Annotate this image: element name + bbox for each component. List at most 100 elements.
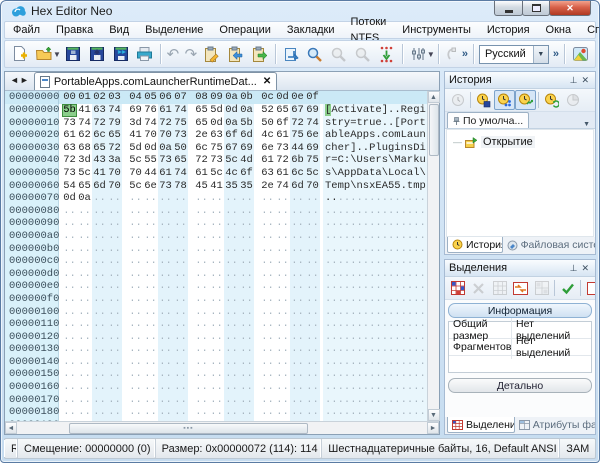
hex-byte-cell[interactable]: ..: [275, 306, 290, 319]
hex-byte-cell[interactable]: ..: [290, 305, 305, 319]
hex-byte-cell[interactable]: ..: [158, 204, 173, 218]
hex-byte-cell[interactable]: ..: [260, 255, 275, 268]
hex-byte-cell[interactable]: ..: [92, 355, 107, 369]
hex-byte-cell[interactable]: ..: [239, 305, 254, 319]
hex-byte-cell[interactable]: ..: [173, 267, 188, 281]
menu-item[interactable]: Файл: [5, 22, 48, 38]
hex-byte-cell[interactable]: 74: [77, 117, 92, 130]
hex-byte-cell[interactable]: 61: [275, 167, 290, 180]
hex-byte-cell[interactable]: ..: [224, 229, 239, 243]
hex-byte-cell[interactable]: ..: [194, 356, 209, 369]
hex-byte-cell[interactable]: ..: [158, 343, 173, 356]
hex-byte-cell[interactable]: ..: [194, 268, 209, 281]
apply-selection-button[interactable]: [557, 278, 578, 298]
hex-byte-cell[interactable]: ..: [290, 217, 305, 230]
menu-item[interactable]: Операции: [211, 22, 278, 38]
hex-byte-cell[interactable]: ..: [143, 406, 158, 419]
hex-byte-cell[interactable]: ..: [260, 217, 275, 230]
hex-byte-cell[interactable]: 61: [62, 129, 77, 142]
hex-byte-cell[interactable]: ..: [305, 280, 320, 293]
paste-from-file-button[interactable]: [224, 42, 248, 66]
hex-byte-cell[interactable]: ..: [143, 318, 158, 331]
hex-byte-cell[interactable]: ..: [290, 381, 305, 394]
hex-byte-cell[interactable]: ..: [77, 255, 92, 268]
ascii-cell[interactable]: cher]..PluginsDi: [323, 141, 427, 155]
hex-byte-cell[interactable]: 5c: [224, 154, 239, 167]
hex-byte-cell[interactable]: ..: [194, 255, 209, 268]
hex-byte-cell[interactable]: ..: [224, 292, 239, 306]
hex-byte-cell[interactable]: 5d: [209, 104, 224, 117]
hex-byte-cell[interactable]: ..: [62, 406, 77, 419]
hex-byte-cell[interactable]: 6d: [239, 129, 254, 142]
hex-byte-cell[interactable]: 74: [143, 117, 158, 130]
hex-byte-cell[interactable]: ..: [77, 343, 92, 356]
find-next-button[interactable]: [327, 42, 351, 66]
hex-byte-cell[interactable]: ..: [275, 192, 290, 205]
hex-byte-cell[interactable]: ..: [62, 356, 77, 369]
hex-byte-cell[interactable]: ..: [290, 242, 305, 256]
hex-byte-cell[interactable]: ..: [62, 230, 77, 243]
tab-file-attributes[interactable]: Атрибуты фа...: [515, 417, 595, 433]
hex-byte-cell[interactable]: 72: [158, 116, 173, 130]
hex-byte-cell[interactable]: 75: [290, 129, 305, 142]
ascii-cell[interactable]: ................: [323, 192, 427, 205]
hex-byte-cell[interactable]: 2e: [194, 129, 209, 142]
hex-byte-cell[interactable]: 0a: [239, 104, 254, 117]
edit-clipboard-button[interactable]: [200, 42, 224, 66]
hex-byte-cell[interactable]: 61: [260, 154, 275, 167]
history-savepoint-button[interactable]: [473, 90, 494, 110]
hex-byte-cell[interactable]: ..: [194, 306, 209, 319]
scroll-down-icon[interactable]: ▼: [427, 409, 440, 421]
history-show-operations-button[interactable]: [515, 90, 536, 110]
hex-byte-cell[interactable]: ..: [173, 217, 188, 230]
hex-byte-cell[interactable]: ..: [260, 192, 275, 205]
hex-byte-cell[interactable]: 6f: [224, 129, 239, 142]
hex-byte-cell[interactable]: ..: [173, 242, 188, 256]
ascii-cell[interactable]: ................: [323, 406, 427, 419]
hex-byte-cell[interactable]: 0a: [77, 192, 92, 205]
hex-byte-cell[interactable]: 44: [143, 167, 158, 180]
scroll-up-icon[interactable]: ▲: [427, 91, 440, 103]
hex-byte-cell[interactable]: ..: [128, 331, 143, 344]
hex-byte-cell[interactable]: ..: [305, 217, 320, 230]
close-button[interactable]: ✕: [549, 1, 591, 16]
ascii-cell[interactable]: Temp\nsxEA55.tmp: [323, 179, 427, 193]
hex-byte-cell[interactable]: ..: [128, 280, 143, 293]
hex-byte-cell[interactable]: ..: [107, 368, 122, 382]
hex-byte-cell[interactable]: ..: [62, 318, 77, 331]
hex-byte-cell[interactable]: 62: [77, 129, 92, 142]
horizontal-scrollbar[interactable]: ◄ ▪▪▪ ►: [5, 421, 439, 434]
hex-byte-cell[interactable]: 70: [143, 129, 158, 142]
hex-byte-cell[interactable]: ..: [209, 268, 224, 281]
hex-byte-cell[interactable]: 69: [305, 104, 320, 117]
hex-byte-cell[interactable]: ..: [173, 368, 188, 382]
hex-byte-cell[interactable]: ..: [260, 368, 275, 381]
hex-byte-cell[interactable]: ..: [128, 293, 143, 306]
hex-byte-cell[interactable]: ..: [305, 355, 320, 369]
hex-byte-cell[interactable]: ..: [107, 305, 122, 319]
hex-byte-cell[interactable]: 67: [290, 104, 305, 117]
hex-byte-cell[interactable]: ..: [77, 406, 92, 419]
hex-byte-cell[interactable]: ..: [194, 381, 209, 394]
open-file-dropdown[interactable]: ▼: [53, 50, 61, 59]
clear-selection-button[interactable]: [468, 278, 489, 298]
hex-byte-cell[interactable]: 5b: [239, 116, 254, 130]
hex-byte-cell[interactable]: ..: [92, 204, 107, 218]
hex-byte-cell[interactable]: 0a: [224, 116, 239, 130]
hex-byte-cell[interactable]: ..: [224, 255, 239, 268]
hex-byte-cell[interactable]: 74: [305, 116, 320, 130]
hex-byte-cell[interactable]: 6d: [290, 179, 305, 193]
hex-byte-cell[interactable]: ..: [77, 356, 92, 369]
hex-byte-cell[interactable]: 74: [173, 166, 188, 180]
status-format[interactable]: Шестнадцатеричные байты, 16, Default ANS…: [321, 439, 559, 458]
hex-byte-cell[interactable]: 65: [173, 154, 188, 167]
hex-byte-cell[interactable]: ..: [290, 318, 305, 331]
hex-byte-cell[interactable]: 2e: [260, 180, 275, 193]
hex-byte-cell[interactable]: 65: [194, 117, 209, 130]
hex-byte-cell[interactable]: 4c: [260, 129, 275, 142]
goto-offset-button[interactable]: [279, 42, 303, 66]
hex-byte-cell[interactable]: ..: [158, 217, 173, 230]
hex-byte-cell[interactable]: 65: [194, 104, 209, 117]
hex-byte-cell[interactable]: ..: [92, 330, 107, 344]
hex-byte-cell[interactable]: ..: [194, 192, 209, 205]
